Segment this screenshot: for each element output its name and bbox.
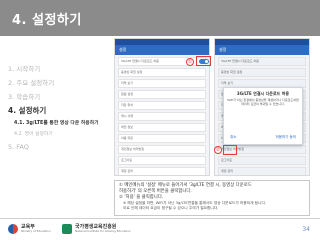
section-header: 4. 설정하기 xyxy=(0,0,320,36)
settings-row[interactable]: 동영상 화질 설정 xyxy=(118,68,206,77)
section-title: 4. 설정하기 xyxy=(12,13,82,28)
allow-highlight-box xyxy=(223,145,237,155)
settings-row: 3G/LTE 연결시 다운로드 허용 xyxy=(218,57,306,66)
toc-item-main-settings: 2. 주요 설정하기 xyxy=(8,79,55,87)
phone-app-bar: 설정 xyxy=(215,45,309,55)
toc-subitem-lte-download: 4.1. 3g/LTE를 통한 영상 다운 허용하기 xyxy=(14,121,99,126)
toc-subitem-language: 4.2. 영어 설정하기 xyxy=(14,132,53,137)
settings-row[interactable]: 개인정보 처리방침 xyxy=(118,145,206,154)
step-marker-two: ② xyxy=(214,146,222,154)
settings-row[interactable]: 자막 보기 xyxy=(118,79,206,88)
settings-row[interactable]: 이용 약관 xyxy=(118,134,206,143)
step-marker-one: ① xyxy=(186,58,194,66)
dialog-allow-button[interactable]: 허용하기 동의 xyxy=(273,133,299,141)
caption-note-cont: 이로 인해 데이터 요금이 청구될 수 있으니 주의가 필요합니다. xyxy=(123,206,219,210)
settings-row[interactable]: 버전 정보 xyxy=(118,123,206,132)
settings-row: 로그아웃 xyxy=(218,156,306,165)
settings-row[interactable]: 알림 설정 xyxy=(118,90,206,99)
dialog-message: WiFi가 아닌 환경에서 동영상을 재생하거나 다운로드하면 데이터 요금이 … xyxy=(227,98,299,106)
page-number: 34 xyxy=(302,226,310,233)
table-of-contents: 1. 시작하기 2. 주요 설정하기 3. 학습하기 4. 설정하기 4.1. … xyxy=(8,62,108,154)
footer-divider xyxy=(0,218,320,219)
toc-item-settings: 4. 설정하기 xyxy=(8,106,47,115)
settings-row: 계정 관리 xyxy=(218,167,306,175)
phone-screenshot-dialog: 설정 3G/LTE 연결시 다운로드 허용 동영상 화질 설정 자막 보기 알림… xyxy=(214,38,310,176)
instruction-caption: ① 메인메뉴의 '설정' 메뉴로 들어가서 '3g/LTE 연결 시, 동영상 … xyxy=(114,180,310,216)
toggle-highlight-box xyxy=(196,56,211,66)
nile-logo: 국가평생교육진흥원 National Institute for Lifelon… xyxy=(62,224,131,234)
dialog-cancel-button[interactable]: 취소 xyxy=(227,133,239,141)
toc-item-faq: 5. FAQ xyxy=(8,143,29,151)
settings-row[interactable]: 로그아웃 xyxy=(118,156,206,165)
toc-item-learning: 3. 학습하기 xyxy=(8,93,41,101)
settings-row[interactable]: 캐시 삭제 xyxy=(118,112,206,121)
moe-emblem-icon xyxy=(8,224,18,234)
lte-permission-dialog: 3G/LTE 연결시 다운로드 허용 WiFi가 아닌 환경에서 동영상을 재생… xyxy=(223,87,303,145)
dialog-button-row: 취소 허용하기 동의 xyxy=(227,133,299,141)
moe-logo: 교육부 Ministry of Education xyxy=(8,224,51,234)
settings-row: 동영상 화질 설정 xyxy=(218,68,306,77)
phone-app-bar: 설정 xyxy=(115,45,209,55)
toc-item-start: 1. 시작하기 xyxy=(8,65,41,73)
settings-row[interactable]: 계정 관리 xyxy=(118,167,206,175)
nile-emblem-icon xyxy=(62,224,72,234)
nile-logo-sub: National Institute for Lifelong Educatio… xyxy=(75,229,131,234)
settings-row[interactable]: 저장 위치 xyxy=(118,101,206,110)
moe-logo-sub: Ministry of Education xyxy=(21,229,51,234)
dialog-title: 3G/LTE 연결시 다운로드 허용 xyxy=(236,91,290,96)
